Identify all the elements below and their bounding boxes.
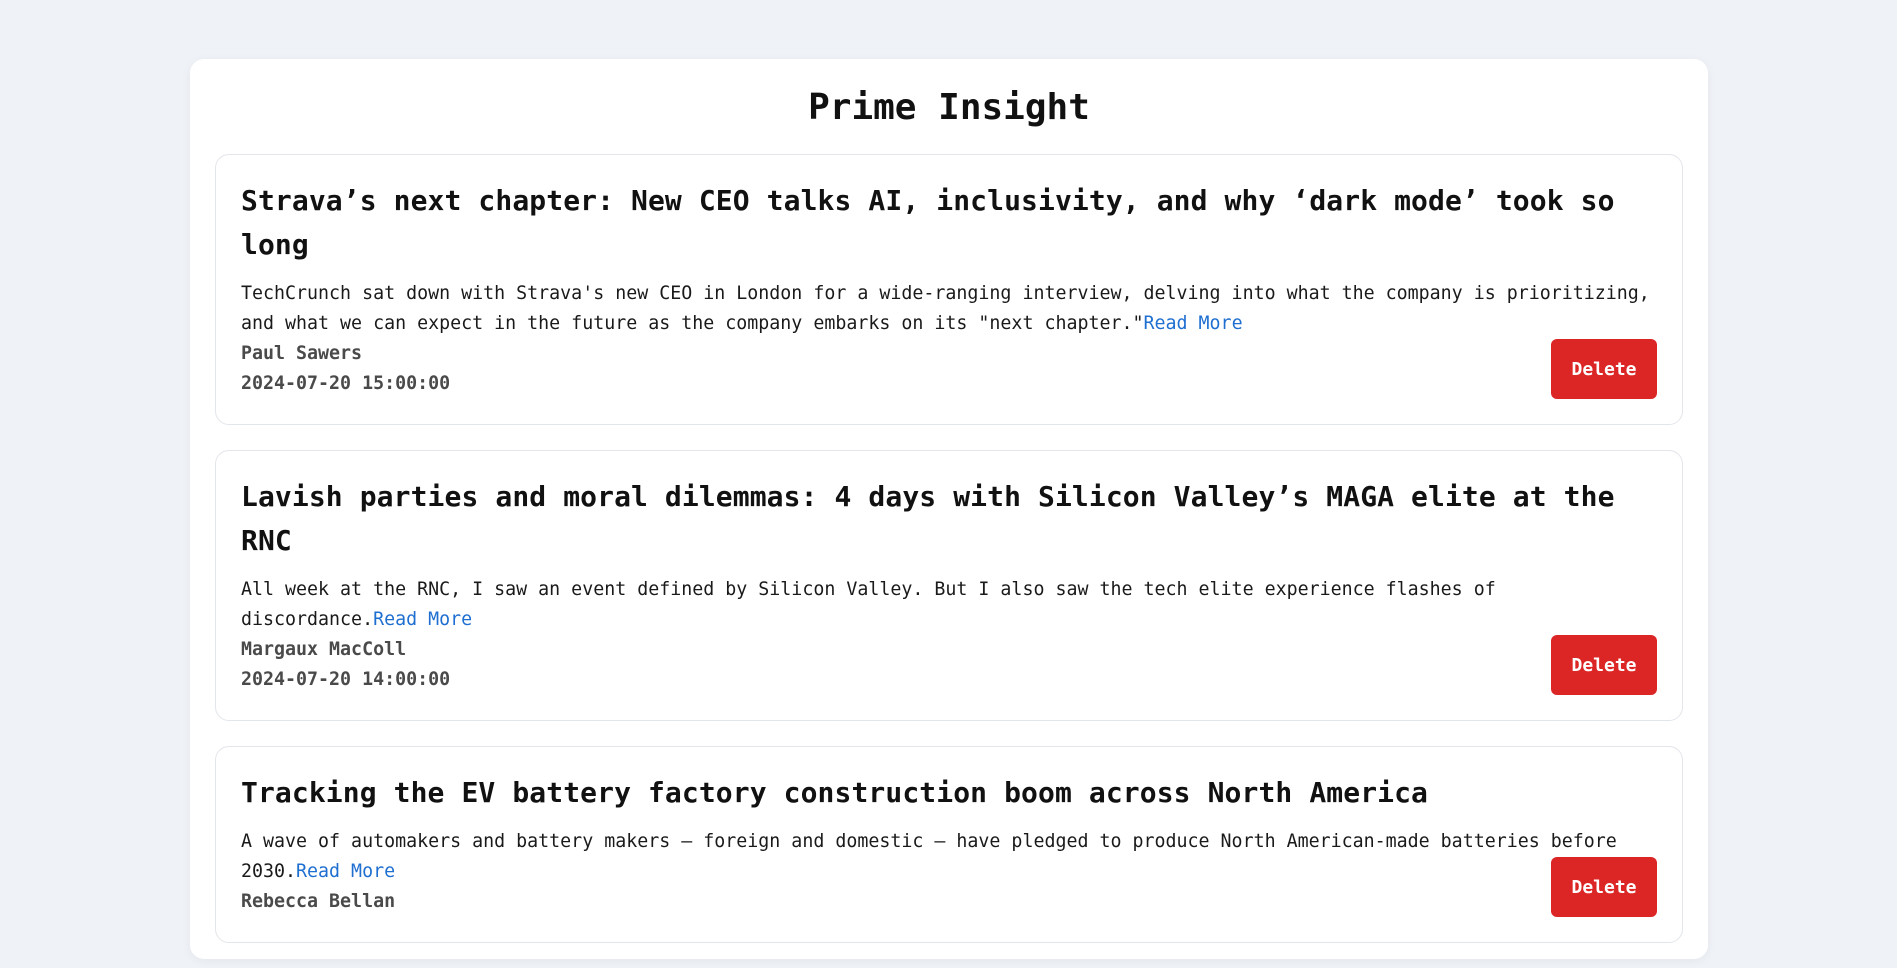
article-date: 2024-07-20 15:00:00 — [241, 373, 451, 394]
article-summary: A wave of automakers and battery makers … — [241, 827, 1657, 887]
delete-button[interactable]: Delete — [1551, 339, 1657, 399]
delete-button[interactable]: Delete — [1551, 857, 1657, 917]
article-author: Rebecca Bellan — [241, 891, 396, 912]
article-author: Paul Sawers — [241, 343, 363, 364]
read-more-link[interactable]: Read More — [1144, 313, 1243, 334]
main-container: Prime Insight Strava’s next chapter: New… — [190, 59, 1708, 959]
article-summary: TechCrunch sat down with Strava's new CE… — [241, 279, 1657, 339]
article-author: Margaux MacColl — [241, 639, 407, 660]
page-title: Prime Insight — [808, 87, 1090, 128]
read-more-link[interactable]: Read More — [373, 609, 472, 630]
article-title: Tracking the EV battery factory construc… — [241, 776, 1429, 809]
article-list: Strava’s next chapter: New CEO talks AI,… — [215, 154, 1683, 968]
article-summary-text: TechCrunch sat down with Strava's new CE… — [241, 283, 1650, 334]
article-card: Strava’s next chapter: New CEO talks AI,… — [215, 154, 1683, 425]
article-card: Tracking the EV battery factory construc… — [215, 746, 1683, 943]
article-summary: All week at the RNC, I saw an event defi… — [241, 575, 1657, 635]
article-title: Lavish parties and moral dilemmas: 4 day… — [241, 480, 1615, 557]
article-summary-text: A wave of automakers and battery makers … — [241, 831, 1617, 882]
article-card: Lavish parties and moral dilemmas: 4 day… — [215, 450, 1683, 721]
delete-button[interactable]: Delete — [1551, 635, 1657, 695]
article-title: Strava’s next chapter: New CEO talks AI,… — [241, 184, 1615, 261]
read-more-link[interactable]: Read More — [296, 861, 395, 882]
article-date: 2024-07-20 14:00:00 — [241, 669, 451, 690]
